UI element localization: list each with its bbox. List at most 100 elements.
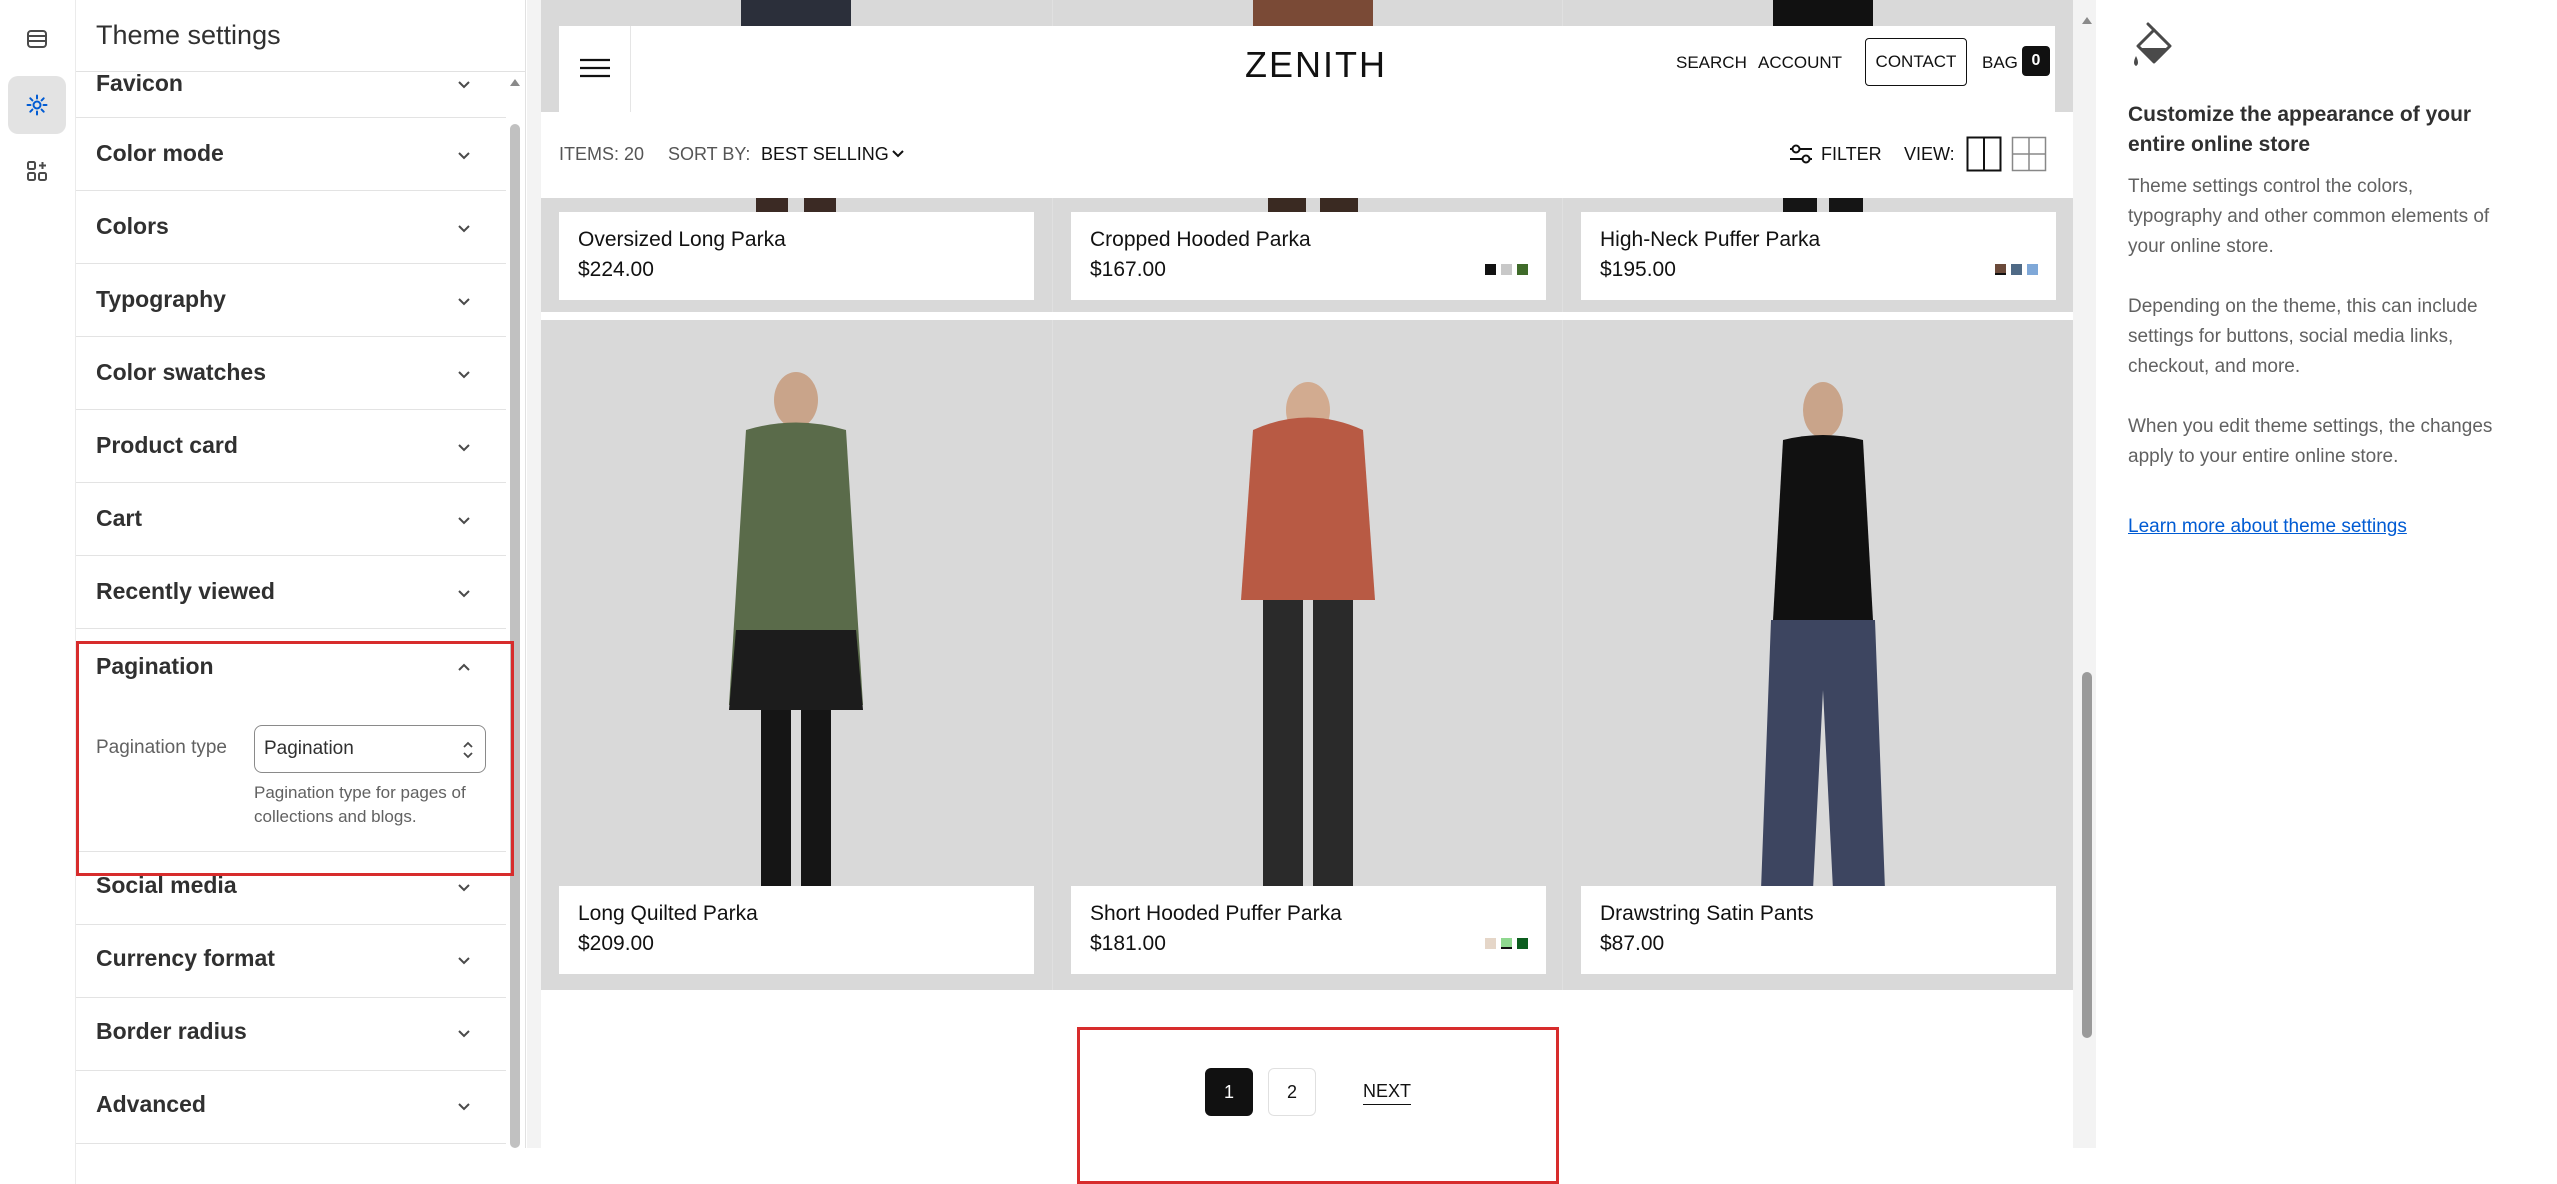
product-name[interactable]: Drawstring Satin Pants <box>1600 902 1814 926</box>
filter-button[interactable]: FILTER <box>1821 144 1882 165</box>
product-price: $224.00 <box>578 258 654 281</box>
nav-bag[interactable]: BAG <box>1982 53 2018 73</box>
hamburger-icon <box>580 58 610 78</box>
section-label: Color swatches <box>96 359 266 385</box>
color-swatches <box>1485 264 1528 275</box>
info-title: Customize the appearance of your entire … <box>2128 103 2472 156</box>
swatch[interactable] <box>1485 264 1496 275</box>
swatch[interactable] <box>1485 938 1496 949</box>
sections-button[interactable] <box>8 10 66 68</box>
swatch[interactable] <box>1501 264 1512 275</box>
theme-settings-button[interactable] <box>8 76 66 134</box>
product-name[interactable]: High-Neck Puffer Parka <box>1600 228 1820 252</box>
product-price: $209.00 <box>578 932 654 955</box>
view-grid-icon[interactable] <box>2011 136 2047 172</box>
bag-count-badge: 0 <box>2022 46 2050 76</box>
collection-toolbar: ITEMS: 20 SORT BY: BEST SELLING FILTER V… <box>541 112 2073 198</box>
section-color-mode[interactable]: Color mode <box>76 118 506 191</box>
chevron-down-icon <box>458 152 470 160</box>
product-info: Cropped Hooded Parka $167.00 <box>1071 212 1546 300</box>
highlight-pagination-section <box>76 641 514 876</box>
product-price: $87.00 <box>1600 932 1665 955</box>
color-swatches <box>1485 938 1528 949</box>
chevron-down-icon <box>458 298 470 306</box>
nav-search[interactable]: SEARCH <box>1676 53 1747 73</box>
items-count: ITEMS: 20 <box>559 144 645 164</box>
sidebar-header: Theme settings <box>76 0 525 72</box>
section-label: Currency format <box>96 945 275 971</box>
sort-label: SORT BY: <box>668 144 751 164</box>
filter-icon <box>1790 144 1812 164</box>
store-logo[interactable]: ZENITH <box>1245 44 1387 86</box>
product-name[interactable]: Long Quilted Parka <box>578 902 758 926</box>
apps-button[interactable] <box>8 142 66 200</box>
info-panel: Customize the appearance of your entire … <box>2110 0 2557 1184</box>
paint-bucket-icon <box>2134 22 2172 66</box>
product-image <box>729 372 863 890</box>
preview-scrollbar[interactable] <box>2078 0 2096 1148</box>
product-name[interactable]: Cropped Hooded Parka <box>1090 228 1311 252</box>
section-currency-format[interactable]: Currency format <box>76 925 506 998</box>
product-name[interactable]: Short Hooded Puffer Parka <box>1090 902 1342 926</box>
section-colors[interactable]: Colors <box>76 191 506 264</box>
view-two-column-icon[interactable] <box>1966 136 2002 172</box>
nav-account[interactable]: ACCOUNT <box>1758 53 1842 73</box>
section-label: Cart <box>96 505 143 531</box>
swatch[interactable] <box>1501 938 1512 949</box>
apps-icon <box>27 161 47 181</box>
sidebar-scroll-thumb[interactable] <box>510 124 520 1148</box>
section-label: Colors <box>96 213 169 239</box>
scroll-up-arrow-icon[interactable] <box>508 76 522 88</box>
product-tile[interactable]: Drawstring Satin Pants $87.00 <box>1562 320 2073 990</box>
product-name[interactable]: Oversized Long Parka <box>578 228 786 252</box>
section-label: Recently viewed <box>96 578 275 604</box>
theme-settings-panel: Theme settings Favicon Color mode Colors… <box>76 0 526 1148</box>
chevron-down-icon <box>458 884 470 892</box>
learn-more-link[interactable]: Learn more about theme settings <box>2128 516 2407 538</box>
scroll-up-arrow-icon[interactable] <box>2081 14 2093 26</box>
section-label: Border radius <box>96 1018 247 1044</box>
chevron-down-icon <box>458 81 470 89</box>
section-product-card[interactable]: Product card <box>76 410 506 483</box>
sidebar-title: Theme settings <box>96 20 281 50</box>
chevron-down-icon <box>458 517 470 525</box>
section-cart[interactable]: Cart <box>76 483 506 556</box>
info-paragraph-1: Theme settings control the colors, typog… <box>2128 176 2490 257</box>
product-info: Oversized Long Parka $224.00 <box>559 212 1034 300</box>
swatch[interactable] <box>2027 264 2038 275</box>
highlight-store-pagination <box>1077 1027 1559 1184</box>
chevron-down-icon <box>458 371 470 379</box>
editor-rail <box>0 0 76 1184</box>
chevron-down-icon <box>458 590 470 598</box>
swatch[interactable] <box>1517 264 1528 275</box>
preview-scroll-thumb[interactable] <box>2082 672 2092 1038</box>
chevron-down-icon <box>458 225 470 233</box>
product-info: Drawstring Satin Pants $87.00 <box>1581 886 2056 974</box>
product-tile[interactable]: Short Hooded Puffer Parka $181.00 <box>1052 320 1562 990</box>
sections-icon <box>27 30 47 48</box>
menu-button[interactable] <box>559 26 631 112</box>
swatch[interactable] <box>1517 938 1528 949</box>
swatch[interactable] <box>1995 264 2006 275</box>
info-paragraph-2: Depending on the theme, this can include… <box>2128 296 2478 377</box>
store-page: Oversized Long Parka $224.00 Cropped Hoo… <box>541 0 2073 1148</box>
product-image <box>1241 382 1375 890</box>
contact-button[interactable]: CONTACT <box>1865 38 1967 86</box>
section-label: Social media <box>96 872 237 898</box>
chevron-down-icon <box>458 1030 470 1038</box>
section-label: Advanced <box>96 1091 206 1117</box>
view-label: VIEW: <box>1904 144 1955 164</box>
product-image <box>1761 382 1885 890</box>
section-recently-viewed[interactable]: Recently viewed <box>76 556 506 629</box>
product-tile[interactable]: Long Quilted Parka $209.00 <box>541 320 1052 990</box>
section-advanced[interactable]: Advanced <box>76 1071 506 1144</box>
section-label: Product card <box>96 432 238 458</box>
section-color-swatches[interactable]: Color swatches <box>76 337 506 410</box>
chevron-down-icon <box>458 957 470 965</box>
section-typography[interactable]: Typography <box>76 264 506 337</box>
swatch[interactable] <box>2011 264 2022 275</box>
product-price: $181.00 <box>1090 932 1166 955</box>
section-border-radius[interactable]: Border radius <box>76 998 506 1071</box>
sort-select[interactable]: BEST SELLING <box>761 144 889 165</box>
product-price: $195.00 <box>1600 258 1676 281</box>
